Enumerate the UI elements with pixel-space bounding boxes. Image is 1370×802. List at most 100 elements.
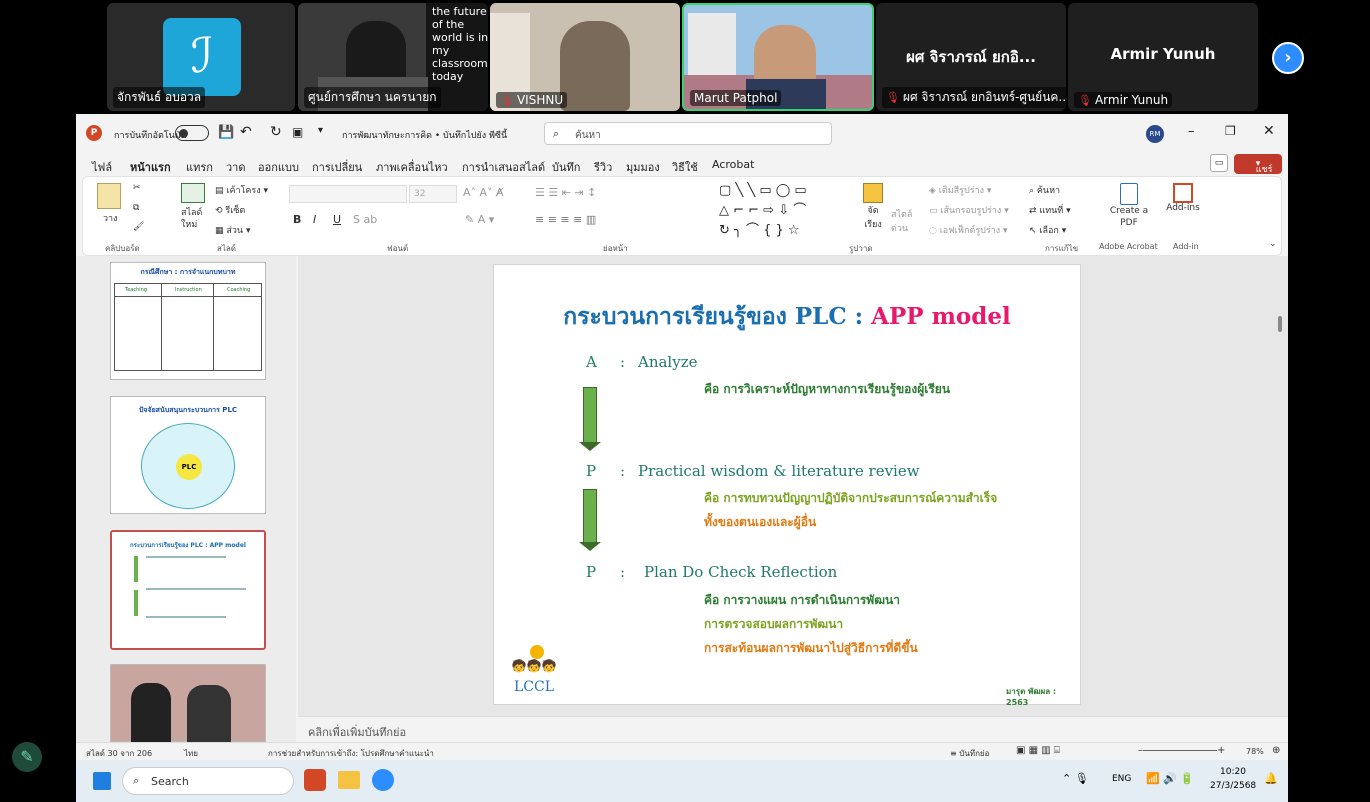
tab-7[interactable]: การนำเสนอสไลด์ — [462, 158, 545, 176]
thumbnail-slide-31[interactable] — [110, 664, 266, 743]
participant-tile-6[interactable]: Armir Yunuh 🎙 Armir Yunuh — [1068, 3, 1258, 111]
slide-counter[interactable]: สไลด์ 30 จาก 206 — [86, 747, 152, 760]
participant-name: ศูนย์การศึกษา นครนายก — [304, 87, 441, 108]
shape-fill-button[interactable]: ◈ เติมสีรูปร่าง ▾ — [929, 183, 991, 197]
customize-icon[interactable]: ▾ — [318, 125, 323, 136]
thumbnail-slide-29[interactable]: ปัจจัยสนับสนุนกระบวนการ PLC PLC — [110, 396, 266, 514]
tab-0[interactable]: ไฟล์ — [92, 158, 112, 176]
addins-button[interactable]: Add-ins — [1165, 183, 1201, 213]
new-slide-icon[interactable] — [181, 183, 205, 203]
participant-tile-3[interactable]: 🎙 VISHNU — [490, 3, 680, 111]
accessibility-status[interactable]: การช่วยสำหรับการเข้าถึง: โปรดศึกษาคำแนะน… — [268, 747, 434, 760]
shape-outline-button[interactable]: ▭ เส้นกรอบรูปร่าง ▾ — [929, 203, 1009, 217]
tab-8[interactable]: บันทึก — [552, 158, 580, 176]
thumbnail-slide-30-selected[interactable]: กระบวนการเรียนรู้ของ PLC : APP model — [110, 530, 266, 650]
notes-toggle[interactable]: ≡ บันทึกย่อ — [950, 747, 989, 760]
tab-4[interactable]: ออกแบบ — [258, 158, 299, 176]
participant-tile-2[interactable]: the future of the world is in my classro… — [298, 3, 488, 111]
tab-5[interactable]: การเปลี่ยน — [312, 158, 362, 176]
tab-10[interactable]: มุมมอง — [626, 158, 660, 176]
document-title[interactable]: การพัฒนาทักษะการคิด • บันทึกไปยัง พีซีนี… — [342, 128, 507, 142]
participant-tile-4-active[interactable]: Marut Patphol — [682, 3, 874, 111]
file-explorer-icon[interactable] — [338, 771, 360, 789]
paste-icon[interactable] — [97, 183, 121, 209]
slide-thumbnails[interactable]: กรณีศึกษา : การจำแนกบทบาท Teaching Instr… — [76, 256, 296, 743]
font-color-button[interactable]: ✎ A ▾ — [465, 213, 494, 226]
vertical-scrollbar[interactable] — [1278, 316, 1282, 332]
search-bar[interactable]: ⌕ Search — [122, 767, 294, 795]
font-name-box[interactable] — [289, 185, 407, 203]
tab-6[interactable]: ภาพเคลื่อนไหว — [376, 158, 448, 176]
autosave-toggle[interactable] — [175, 125, 209, 141]
zoom-slider[interactable]: – + — [1138, 745, 1225, 756]
avatar[interactable]: RM — [1146, 125, 1164, 143]
addin-group: Add-in — [1173, 242, 1199, 251]
clock-time[interactable]: 10:20 — [1220, 767, 1246, 777]
close-button[interactable]: ✕ — [1263, 123, 1275, 139]
copy-icon[interactable]: ⧉ — [133, 203, 139, 213]
notes-pane[interactable]: คลิกเพื่อเพิ่มบันทึกย่อ — [298, 716, 1288, 742]
section-button[interactable]: ▦ ส่วน ▾ — [215, 223, 250, 237]
share-button[interactable]: แชร์ ▾ — [1234, 154, 1282, 175]
zoom-level[interactable]: 78% — [1246, 747, 1264, 756]
bullets-button[interactable]: ☰ ☰ ⇤ ⇥ ↕ — [535, 186, 596, 199]
language-label[interactable]: ไทย — [184, 747, 198, 760]
cut-icon[interactable]: ✂ — [133, 183, 141, 193]
bold-button[interactable]: B — [293, 213, 301, 226]
tab-1[interactable]: หน้าแรก — [130, 158, 171, 178]
comments-icon[interactable]: ▭ — [1210, 154, 1228, 172]
slide-credit: มารุต พัฒผล : 2563 — [1006, 687, 1057, 707]
powerpoint-icon: P — [86, 125, 102, 141]
shapes-gallery[interactable]: ▢ ╲ ╲ ▭ ◯ ▭ △ ⌐ ⌐ ⇨ ⇩ ⌒ ↻ ╮ ⌒ { } ☆ — [719, 181, 851, 239]
input-language[interactable]: ENG — [1112, 774, 1131, 784]
minimize-button[interactable]: – — [1188, 124, 1195, 139]
replace-button[interactable]: ⇄ แทนที่ ▾ — [1029, 203, 1071, 217]
fit-slide-icon[interactable]: ⊕ — [1272, 745, 1280, 756]
powerpoint-taskbar-icon[interactable] — [304, 769, 326, 791]
tab-3[interactable]: วาด — [226, 158, 246, 176]
present-icon[interactable]: ▣ — [292, 125, 303, 139]
italic-button[interactable]: I — [313, 213, 316, 226]
shadow-button[interactable]: S ab — [353, 213, 377, 226]
create-pdf-button[interactable]: Create a PDF — [1107, 183, 1151, 229]
paste-label[interactable]: วาง — [103, 211, 118, 225]
view-buttons[interactable]: ▣ ▦ ▥ ⌸ — [1016, 745, 1060, 756]
tray-icons[interactable]: ⌃ 🎙 — [1062, 772, 1089, 785]
reset-button[interactable]: ⟲ รีเซ็ต — [215, 203, 245, 217]
font-size-buttons[interactable]: A˄ A˅ A̸ — [463, 186, 504, 199]
underline-button[interactable]: U — [333, 213, 341, 226]
participant-tile-5[interactable]: ผศ จิราภรณ์ ยกอิ... 🎙 ผศ จิราภรณ์ ยกอินทร… — [876, 3, 1066, 111]
format-painter-icon[interactable]: 🖌 — [133, 222, 144, 232]
tab-9[interactable]: รีวิว — [594, 158, 612, 176]
thumbnail-slide-28[interactable]: กรณีศึกษา : การจำแนกบทบาท Teaching Instr… — [110, 262, 266, 380]
tab-12[interactable]: Acrobat — [712, 158, 754, 171]
restore-button[interactable]: ❐ — [1225, 124, 1236, 138]
zoom-icon[interactable] — [372, 769, 394, 791]
clock-date[interactable]: 27/3/2568 — [1210, 781, 1256, 791]
redo-icon[interactable]: ↻ — [270, 124, 282, 140]
network-volume-icons[interactable]: 📶 🔊 🔋 — [1146, 772, 1194, 785]
layout-button[interactable]: ▤ เค้าโครง ▾ — [215, 183, 268, 197]
shape-effects-button[interactable]: ◌ เอฟเฟ็กต์รูปร่าง ▾ — [929, 223, 1008, 237]
participant-tile-1[interactable]: ℐ จักรพันธ์ อบอวล — [107, 3, 295, 111]
annotate-pen-button[interactable]: ✎ — [12, 742, 42, 772]
quick-styles-button[interactable]: สไตล์ด่วน — [891, 207, 917, 235]
new-slide-label[interactable]: สไลด์ใหม่ — [181, 207, 207, 231]
next-page-button[interactable]: › — [1272, 42, 1304, 74]
start-button[interactable] — [93, 772, 111, 790]
arrange-button[interactable]: จัดเรียง — [859, 183, 887, 233]
search-icon: ⌕ — [133, 774, 140, 787]
tab-11[interactable]: วิธีใช้ — [672, 158, 698, 176]
font-size-box[interactable]: 32 — [409, 185, 457, 203]
item-label: Analyze — [638, 353, 698, 371]
align-buttons[interactable]: ≡ ≡ ≡ ≡ ▥ — [535, 213, 596, 226]
tab-2[interactable]: แทรก — [186, 158, 213, 176]
notification-icon[interactable]: 🔔 — [1264, 772, 1278, 785]
undo-icon[interactable]: ↶ — [240, 124, 252, 140]
current-slide[interactable]: กระบวนการเรียนรู้ของ PLC : APP model A :… — [493, 264, 1081, 707]
collapse-ribbon-icon[interactable]: ⌄ — [1269, 239, 1277, 249]
select-button[interactable]: ↖ เลือก ▾ — [1029, 223, 1066, 237]
find-button[interactable]: ⌕ ค้นหา — [1029, 183, 1060, 197]
search-box[interactable]: ⌕ ค้นหา — [544, 122, 832, 145]
save-icon[interactable]: 💾 — [218, 125, 234, 140]
